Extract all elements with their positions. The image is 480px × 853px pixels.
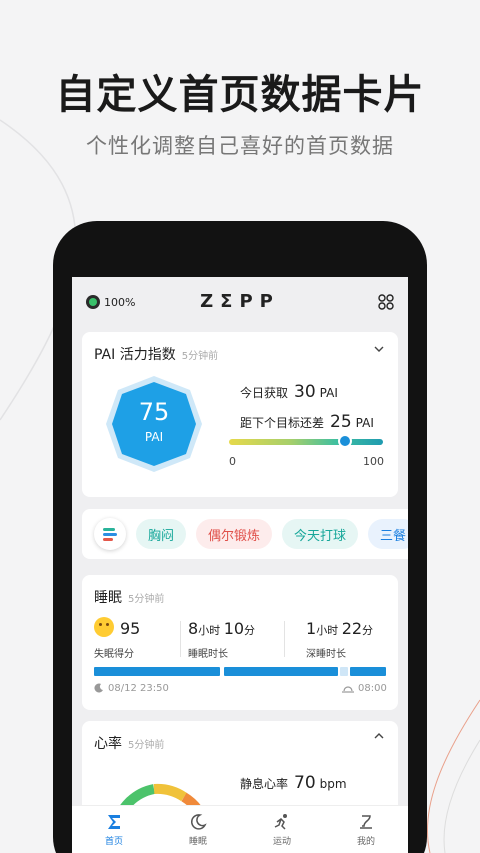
sleep-title: 睡眠 [94, 590, 122, 606]
moon-icon [190, 813, 207, 830]
heart-title: 心率 [94, 736, 122, 752]
deep-minutes: 22 [341, 619, 363, 638]
pai-badge-label: PAI [144, 430, 164, 444]
nav-label: 睡眠 [188, 836, 207, 847]
sleep-duration: 8小时 10分 [188, 619, 255, 638]
resting-value: 70 [294, 773, 316, 793]
resting-heart-rate: 静息心率 70 bpm [240, 773, 347, 793]
sleep-score-value: 95 [120, 619, 141, 638]
pai-goal-label: 距下个目标还差 [240, 416, 325, 430]
heart-updated-time: 5分钟前 [128, 740, 165, 751]
pai-updated-time: 5分钟前 [181, 351, 219, 362]
pai-today-value: 30 [294, 382, 316, 402]
chevron-down-icon[interactable] [374, 344, 384, 354]
pai-value: 75 [138, 398, 170, 426]
nav-label: 首页 [104, 836, 123, 847]
divider [180, 621, 181, 657]
pai-badge: 75 PAI [102, 372, 206, 476]
deep-minutes-unit: 分 [362, 624, 374, 637]
resting-label: 静息心率 [240, 777, 289, 791]
pai-progress-bar [229, 439, 383, 445]
nav-label: 我的 [356, 836, 375, 847]
tags-menu-icon[interactable] [94, 518, 126, 550]
pai-bar-max: 100 [363, 455, 384, 468]
moon-icon [94, 683, 103, 693]
sleep-end-time: 08:00 [358, 683, 387, 694]
pai-card-header: PAI 活力指数 5分钟前 [94, 344, 218, 364]
pai-today-unit: PAI [319, 386, 338, 400]
pai-goal-value: 25 [330, 412, 352, 432]
sleep-start-time: 08/12 23:50 [108, 683, 169, 694]
tag-chip[interactable]: 偶尔锻炼 [196, 519, 273, 549]
pai-bar-min: 0 [229, 455, 236, 468]
promo-title: 自定义首页数据卡片 [55, 72, 425, 118]
smile-face-icon [94, 617, 114, 637]
app-logo: ZΣPP [200, 291, 280, 312]
tag-chip[interactable]: 胸闷 [136, 519, 187, 549]
sleep-score-label: 失眠得分 [94, 649, 134, 660]
sleep-minutes: 10 [223, 619, 245, 638]
nav-item-workout[interactable]: 运动 [240, 806, 324, 853]
sleep-stage-bar [94, 667, 386, 676]
app-screen: 100% ZΣPP PAI 活力指数 5分钟前 75 PAI 今日获取 30 PAI … [72, 277, 408, 853]
sunrise-icon [342, 686, 354, 693]
profile-icon [360, 814, 372, 829]
sleep-updated-time: 5分钟前 [128, 594, 165, 605]
pai-today-label: 今日获取 [240, 386, 289, 400]
tag-chip[interactable]: 三餐 [368, 519, 408, 549]
card-grid-icon[interactable] [378, 294, 394, 310]
sleep-score: 95 [120, 619, 140, 638]
pai-today: 今日获取 30 PAI [240, 382, 338, 402]
pai-card[interactable]: PAI 活力指数 5分钟前 75 PAI 今日获取 30 PAI 距下个目标还差 25 P… [82, 332, 398, 497]
pai-title: PAI 活力指数 [94, 347, 176, 363]
nav-item-sleep[interactable]: 睡眠 [156, 806, 240, 853]
pai-progress-knob [337, 434, 352, 448]
heart-card-header: 心率 5分钟前 [94, 733, 164, 753]
bottom-nav: 首页 睡眠 运动 我的 [72, 805, 408, 853]
deep-hours: 1 [306, 619, 317, 638]
nav-item-profile[interactable]: 我的 [324, 806, 408, 853]
nav-item-home[interactable]: 首页 [72, 806, 156, 853]
deep-hours-unit: 小时 [316, 624, 339, 637]
nav-label: 运动 [272, 836, 291, 847]
divider [284, 621, 285, 657]
deep-sleep-label: 深睡时长 [306, 649, 346, 660]
sigma-icon [108, 814, 120, 829]
sleep-hours-unit: 小时 [198, 624, 221, 637]
tag-chip[interactable]: 今天打球 [282, 519, 359, 549]
deep-sleep-duration: 1小时 22分 [306, 619, 373, 638]
mood-tags-row[interactable]: 胸闷 偶尔锻炼 今天打球 三餐 [82, 509, 408, 559]
chevron-up-icon[interactable] [374, 731, 384, 741]
sleep-card[interactable]: 睡眠 5分钟前 95 失眠得分 8小时 10分 睡眠时长 1小时 22分 深睡时长… [82, 575, 398, 710]
sleep-card-header: 睡眠 5分钟前 [94, 587, 164, 607]
pai-goal: 距下个目标还差 25 PAI [240, 412, 374, 432]
sleep-hours: 8 [188, 619, 199, 638]
resting-unit: bpm [319, 777, 347, 791]
promo-subtitle: 个性化调整自己喜好的首页数据 [86, 134, 394, 158]
sleep-duration-label: 睡眠时长 [188, 649, 228, 660]
pai-goal-unit: PAI [355, 416, 374, 430]
sleep-minutes-unit: 分 [244, 624, 256, 637]
run-icon [274, 813, 287, 830]
